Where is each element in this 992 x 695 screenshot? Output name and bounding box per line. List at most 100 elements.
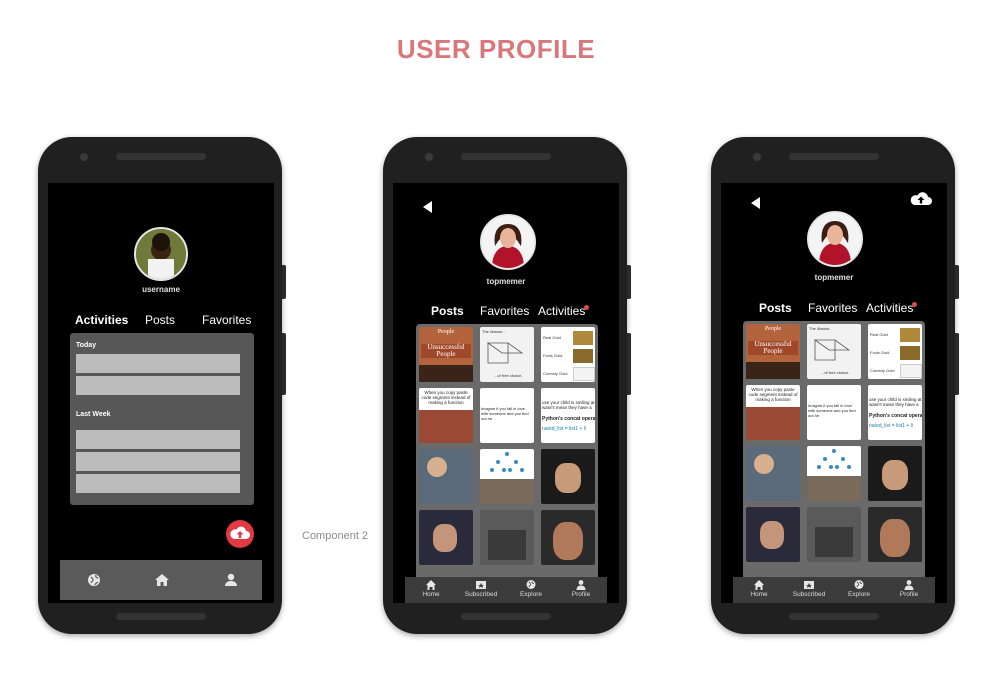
activity-item[interactable] — [76, 354, 240, 373]
speaker — [789, 153, 879, 160]
home-icon[interactable] — [152, 570, 172, 590]
meme-post[interactable]: use your child is smiling at wasn't mean… — [541, 388, 595, 443]
page-title: USER PROFILE — [396, 34, 596, 64]
nav-subscribed-label: Subscribed — [792, 591, 826, 598]
meme-text: When you copy paste code segment instead… — [748, 387, 798, 402]
tab-favorites[interactable]: Favorites — [202, 313, 251, 327]
meme-text: Comedy Gold — [870, 368, 895, 373]
nav-subscribed-label: Subscribed — [464, 591, 498, 598]
meme-text: Real Gold — [543, 335, 561, 340]
meme-text: Unsuccessful People — [421, 344, 471, 358]
nav-profile[interactable]: Profile — [889, 579, 929, 598]
nav-explore-label: Explore — [847, 591, 871, 598]
side-button — [627, 333, 631, 395]
meme-post[interactable]: Real Gold Fools Gold Comedy Gold — [868, 324, 922, 379]
meme-post[interactable]: When you copy paste code segment instead… — [419, 388, 473, 443]
component-label: Component 2 — [302, 530, 369, 542]
tab-posts[interactable]: Posts — [759, 301, 792, 315]
meme-post[interactable]: Imagine if you fall in love with someone… — [480, 388, 534, 443]
meme-text: Real Gold — [870, 332, 888, 337]
meme-post[interactable]: use your child is smiling at wasn't mean… — [868, 385, 922, 440]
activity-panel: Today Last Week — [70, 333, 254, 505]
cloud-upload-icon — [230, 526, 250, 539]
screen: username Activities Posts Favorites Toda… — [48, 183, 274, 603]
tab-posts[interactable]: Posts — [431, 304, 464, 318]
nav-home-label: Home — [422, 591, 440, 598]
meme-post[interactable] — [746, 446, 800, 501]
avatar[interactable] — [807, 211, 863, 267]
side-button — [282, 265, 286, 299]
meme-post[interactable]: Imagine if you fall in love with someone… — [807, 385, 861, 440]
nav-subscribed[interactable]: Subscribed — [789, 579, 829, 598]
meme-post[interactable] — [807, 446, 861, 501]
globe-icon[interactable] — [84, 570, 104, 590]
meme-post[interactable] — [868, 446, 922, 501]
nav-explore[interactable]: Explore — [511, 579, 551, 598]
meme-post[interactable]: Real Gold Fools Gold Comedy Gold — [541, 327, 595, 382]
activity-item[interactable] — [76, 452, 240, 471]
nav-home[interactable]: Home — [411, 579, 451, 598]
avatar[interactable] — [134, 227, 188, 281]
activity-item[interactable] — [76, 376, 240, 395]
meme-post[interactable] — [541, 510, 595, 565]
meme-text: ...of free choice. — [821, 370, 850, 375]
tab-activities[interactable]: Activities — [538, 304, 585, 318]
username: topmemer — [486, 277, 526, 286]
meme-text: Fools Gold — [543, 353, 563, 358]
meme-post[interactable] — [480, 449, 534, 504]
tab-favorites[interactable]: Favorites — [808, 301, 857, 315]
person-icon — [904, 580, 914, 590]
meme-post[interactable]: People Unsuccessful People — [746, 324, 800, 379]
bottom-nav: Home Subscribed Explore Profile — [733, 577, 935, 603]
globe-icon — [526, 580, 536, 589]
posts-grid: People Unsuccessful People The illusion.… — [416, 324, 598, 594]
notification-dot — [912, 302, 917, 307]
side-button — [627, 265, 631, 299]
meme-post[interactable]: People Unsuccessful People — [419, 327, 473, 382]
tab-activities[interactable]: Activities — [866, 301, 913, 315]
meme-post[interactable]: The illusion... ...of free choice. — [480, 327, 534, 382]
tab-activities[interactable]: Activities — [75, 313, 128, 327]
phone-posts-upload: topmemer Posts Favorites Activities Peop… — [711, 137, 959, 634]
nav-profile-label: Profile — [571, 591, 591, 598]
meme-post[interactable]: When you copy paste code segment instead… — [746, 385, 800, 440]
person-icon[interactable] — [221, 570, 241, 590]
side-button — [955, 333, 959, 395]
meme-post[interactable] — [541, 449, 595, 504]
bottom-nav — [60, 560, 262, 600]
phone-activities: username Activities Posts Favorites Toda… — [38, 137, 286, 634]
meme-text: ...of free choice. — [494, 373, 523, 378]
username: topmemer — [814, 273, 854, 282]
back-arrow-icon[interactable] — [423, 201, 432, 213]
nav-home[interactable]: Home — [739, 579, 779, 598]
meme-post[interactable] — [807, 507, 861, 562]
nav-explore[interactable]: Explore — [839, 579, 879, 598]
nav-profile[interactable]: Profile — [561, 579, 601, 598]
meme-post[interactable] — [419, 449, 473, 504]
notification-dot — [584, 305, 589, 310]
cloud-upload-icon[interactable] — [909, 189, 933, 209]
meme-post[interactable]: The illusion... ...of free choice. — [807, 324, 861, 379]
camera — [753, 153, 761, 161]
tab-favorites[interactable]: Favorites — [480, 304, 529, 318]
bottom-bar — [789, 613, 879, 620]
camera — [80, 153, 88, 161]
activity-item[interactable] — [76, 430, 240, 449]
meme-post[interactable] — [480, 510, 534, 565]
upload-button[interactable] — [226, 520, 254, 548]
speaker — [461, 153, 551, 160]
section-today-label: Today — [76, 342, 97, 349]
meme-post[interactable] — [419, 510, 473, 565]
section-last-week-label: Last Week — [76, 411, 111, 418]
meme-text: Imagine if you fall in love with someone… — [481, 406, 529, 421]
screen: topmemer Posts Favorites Activities Peop… — [721, 183, 947, 603]
meme-text: Fools Gold — [870, 350, 890, 355]
meme-post[interactable] — [746, 507, 800, 562]
avatar[interactable] — [480, 214, 536, 270]
activity-item[interactable] — [76, 474, 240, 493]
tab-posts[interactable]: Posts — [145, 313, 175, 327]
nav-subscribed[interactable]: Subscribed — [461, 579, 501, 598]
meme-post[interactable] — [868, 507, 922, 562]
back-arrow-icon[interactable] — [751, 197, 760, 209]
meme-text: Unsuccessful People — [748, 341, 798, 355]
